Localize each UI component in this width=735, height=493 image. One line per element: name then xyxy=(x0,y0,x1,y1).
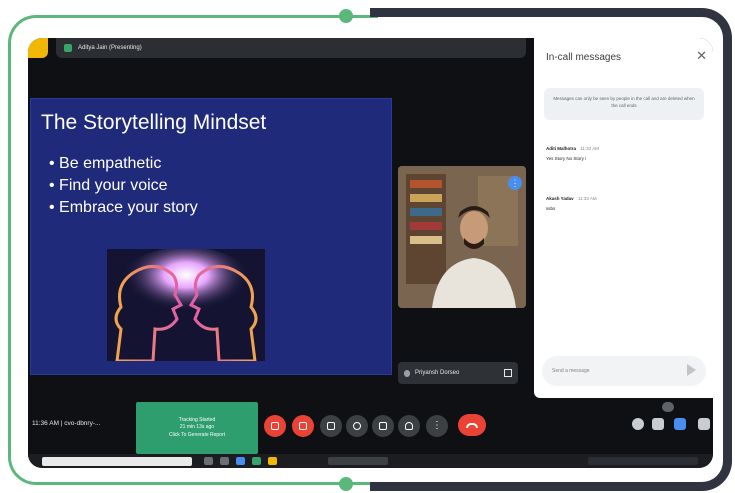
slide-bullet: Embrace your story xyxy=(49,199,198,217)
meeting-code: cvo-dbnry-... xyxy=(64,420,101,427)
slide-bullet: Find your voice xyxy=(49,177,198,195)
more-options-button[interactable]: ⋮ xyxy=(426,415,448,437)
system-tray[interactable] xyxy=(588,457,698,465)
dark-frame-cap-bottom xyxy=(370,482,380,491)
present-icon xyxy=(379,422,387,430)
green-dot-top xyxy=(339,9,353,23)
taskbar-app-icon[interactable] xyxy=(268,457,277,465)
pin-icon[interactable]: ⋮ xyxy=(508,176,522,190)
app-badge xyxy=(28,38,48,58)
tracking-line2: 21 min 13s ago xyxy=(179,424,215,431)
raise-hand-button[interactable] xyxy=(398,415,420,437)
participant-name: Priyansh Dorseo xyxy=(415,370,460,376)
more-options-icon: ⋮ xyxy=(432,420,442,431)
mic-muted-icon xyxy=(404,369,410,377)
message-time: 11:32 AM xyxy=(580,146,599,151)
shared-slide: The Storytelling Mindset Be empathetic F… xyxy=(30,98,392,375)
taskbar-window-button[interactable] xyxy=(328,457,388,465)
message-text: Yes Story No Story ! xyxy=(546,156,587,161)
message-time: 11:33 AM xyxy=(577,196,597,201)
activities-icon[interactable] xyxy=(698,418,710,430)
presenter-label: Aditya Jain (Presenting) xyxy=(78,45,142,51)
end-call-icon xyxy=(466,422,478,428)
present-button[interactable] xyxy=(372,415,394,437)
chat-message-input[interactable]: Send a message xyxy=(542,356,706,386)
chat-message: Akash Yadav 11:33 AM ssbs xyxy=(546,196,597,211)
taskbar-app-icon[interactable] xyxy=(204,457,213,465)
green-dot-bottom xyxy=(339,477,353,491)
in-call-messages-panel: In-call messages ✕ Messages can only be … xyxy=(534,38,713,398)
chat-icon[interactable] xyxy=(674,418,686,430)
message-sender: Aditi Malhotra xyxy=(546,146,576,151)
message-sender: Akash Yadav xyxy=(546,196,574,201)
chat-input-placeholder: Send a message xyxy=(552,368,590,374)
captions-icon xyxy=(327,422,335,430)
people-icon[interactable] xyxy=(652,418,664,430)
tracking-line3: Click To Generate Report xyxy=(168,431,226,438)
taskbar-app-icon[interactable] xyxy=(220,457,229,465)
info-icon[interactable] xyxy=(632,418,644,430)
close-icon[interactable]: ✕ xyxy=(696,48,707,64)
chat-notice: Messages can only be seen by people in t… xyxy=(544,88,704,120)
participant-count-badge xyxy=(662,402,674,412)
chat-message: Aditi Malhotra 11:32 AM Yes Story No Sto… xyxy=(546,146,599,161)
taskbar-app-icon[interactable] xyxy=(252,457,261,465)
meeting-screen: Aditya Jain (Presenting) The Storytellin… xyxy=(28,38,713,468)
raise-hand-icon xyxy=(405,422,413,430)
mic-off-icon xyxy=(271,422,279,430)
tracking-report-button[interactable]: Tracking Started 21 min 13s ago Click To… xyxy=(136,402,258,454)
fullscreen-icon[interactable] xyxy=(504,369,512,377)
camera-off-button[interactable] xyxy=(292,415,314,437)
presenter-bar: Aditya Jain (Presenting) xyxy=(56,38,526,58)
captions-button[interactable] xyxy=(320,415,342,437)
participant-video-tile[interactable]: ⋮ xyxy=(398,166,526,308)
chat-panel-title: In-call messages xyxy=(546,52,622,63)
meeting-info: 11:36 AM | cvo-dbnry-... xyxy=(32,420,100,427)
camera-off-icon xyxy=(299,422,307,430)
dark-frame-cap-top xyxy=(370,8,380,17)
meeting-time: 11:36 AM xyxy=(32,420,59,427)
slide-bullet: Be empathetic xyxy=(49,155,198,173)
emoji-button[interactable] xyxy=(346,415,368,437)
taskbar-app-icon[interactable] xyxy=(236,457,245,465)
mic-off-button[interactable] xyxy=(264,415,286,437)
tracking-line1: Tracking Started xyxy=(178,416,216,423)
participant-name-chip: Priyansh Dorseo xyxy=(398,362,518,384)
send-icon[interactable] xyxy=(687,364,696,376)
slide-illustration xyxy=(107,249,265,361)
present-screen-icon xyxy=(64,44,72,52)
os-taskbar xyxy=(28,454,713,468)
slide-bullets: Be empathetic Find your voice Embrace yo… xyxy=(49,155,198,221)
end-call-button[interactable] xyxy=(458,414,486,436)
emoji-icon xyxy=(353,422,361,430)
taskbar-search[interactable] xyxy=(42,457,192,466)
slide-title: The Storytelling Mindset xyxy=(41,111,267,134)
message-text: ssbs xyxy=(546,206,556,211)
